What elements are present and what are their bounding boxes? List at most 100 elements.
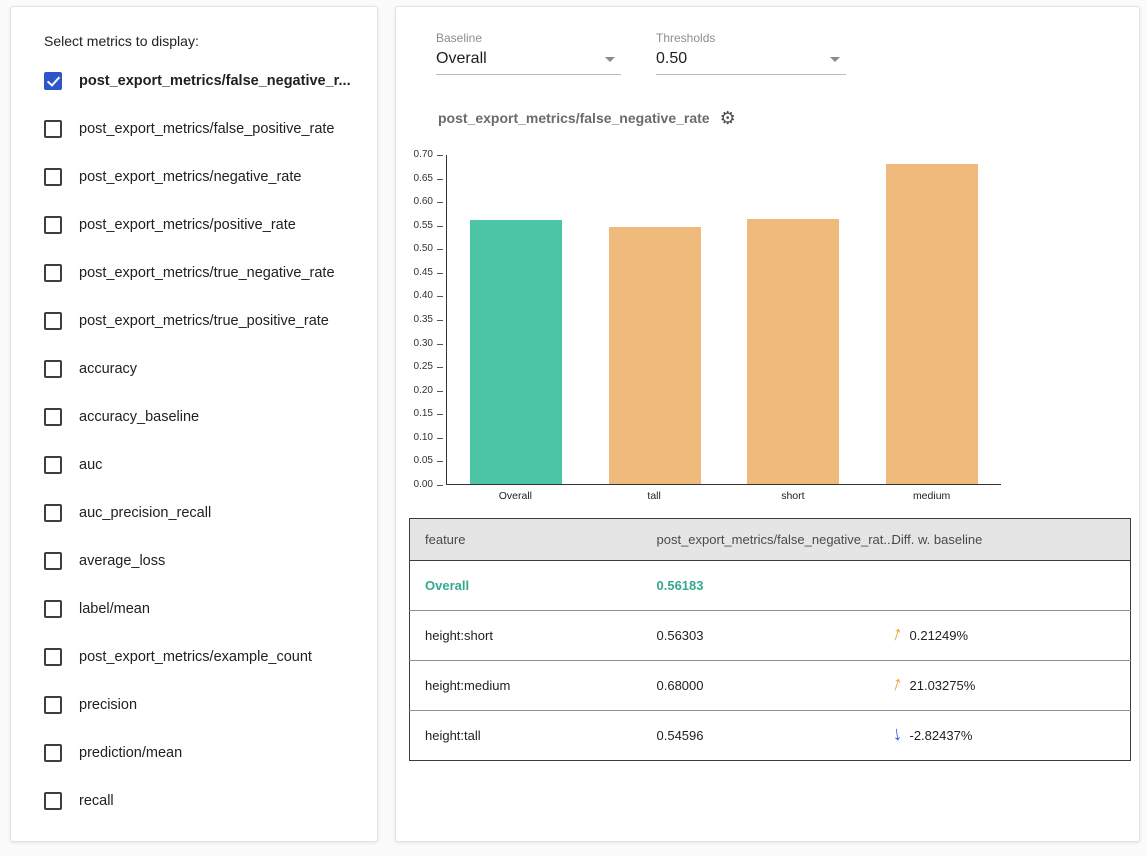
checkbox-unchecked-icon[interactable]	[44, 648, 62, 666]
checkbox-checked-icon[interactable]	[44, 72, 62, 90]
diff-cell: ↓-2.82437%	[877, 711, 1131, 761]
metric-item[interactable]: prediction/mean	[44, 729, 359, 777]
metric-item[interactable]: accuracy_baseline	[44, 393, 359, 441]
metric-item[interactable]: post_export_metrics/false_positive_rate	[44, 105, 359, 153]
metric-label: post_export_metrics/true_positive_rate	[79, 313, 329, 329]
x-axis-label: tall	[585, 490, 724, 502]
metric-item[interactable]: average_loss	[44, 537, 359, 585]
bar-slot	[586, 155, 725, 484]
diff-cell: ↑21.03275%	[877, 661, 1131, 711]
diff-value: 21.03275%	[910, 678, 976, 693]
metric-label: accuracy	[79, 361, 137, 377]
metric-item[interactable]: auc_precision_recall	[44, 489, 359, 537]
header-metric: post_export_metrics/false_negative_rat..…	[642, 519, 877, 561]
gear-icon[interactable]: ⚙	[720, 109, 736, 127]
table-row[interactable]: height:medium0.68000↑21.03275%	[410, 661, 1131, 711]
checkbox-unchecked-icon[interactable]	[44, 408, 62, 426]
y-axis-tick-label: 0.30	[396, 339, 446, 349]
checkbox-unchecked-icon[interactable]	[44, 120, 62, 138]
controls-bar: Baseline Overall Thresholds 0.50	[436, 31, 1139, 75]
table-row[interactable]: Overall0.56183	[410, 561, 1131, 611]
header-feature: feature	[410, 519, 642, 561]
checkbox-unchecked-icon[interactable]	[44, 264, 62, 282]
x-axis-label: medium	[862, 490, 1001, 502]
checkbox-unchecked-icon[interactable]	[44, 552, 62, 570]
x-axis-label: Overall	[446, 490, 585, 502]
up-arrow-icon: ↑	[888, 622, 905, 647]
y-axis-tick-label: 0.00	[396, 480, 446, 490]
checkbox-unchecked-icon[interactable]	[44, 456, 62, 474]
metric-item[interactable]: recall	[44, 777, 359, 825]
checkbox-unchecked-icon[interactable]	[44, 600, 62, 618]
baseline-select[interactable]: Baseline Overall	[436, 31, 621, 75]
bar-tall[interactable]	[609, 227, 701, 484]
diff-cell	[877, 561, 1131, 611]
checkbox-unchecked-icon[interactable]	[44, 792, 62, 810]
metric-item[interactable]: post_export_metrics/positive_rate	[44, 201, 359, 249]
metric-label: auc_precision_recall	[79, 505, 211, 521]
table-header-row: feature post_export_metrics/false_negati…	[410, 519, 1131, 561]
metric-item[interactable]: post_export_metrics/false_negative_r...	[44, 57, 359, 105]
metric-label: post_export_metrics/example_count	[79, 649, 312, 665]
metrics-list: post_export_metrics/false_negative_r...p…	[44, 57, 359, 825]
metrics-table: feature post_export_metrics/false_negati…	[409, 518, 1131, 761]
y-axis-tick-label: 0.10	[396, 433, 446, 443]
metric-label: post_export_metrics/false_positive_rate	[79, 121, 335, 137]
checkbox-unchecked-icon[interactable]	[44, 504, 62, 522]
value-cell: 0.56303	[642, 611, 877, 661]
metric-item[interactable]: post_export_metrics/negative_rate	[44, 153, 359, 201]
checkbox-unchecked-icon[interactable]	[44, 216, 62, 234]
bar-chart: 0.000.050.100.150.200.250.300.350.400.45…	[396, 155, 1139, 485]
y-axis-tick-label: 0.20	[396, 386, 446, 396]
metric-item[interactable]: post_export_metrics/true_positive_rate	[44, 297, 359, 345]
metric-item[interactable]: post_export_metrics/example_count	[44, 633, 359, 681]
metric-label: post_export_metrics/false_negative_r...	[79, 73, 351, 89]
thresholds-value-row[interactable]: 0.50	[656, 48, 846, 75]
results-panel: Baseline Overall Thresholds 0.50 post_ex…	[395, 6, 1140, 842]
metric-item[interactable]: precision	[44, 681, 359, 729]
y-axis-tick-label: 0.60	[396, 197, 446, 207]
table-row[interactable]: height:tall0.54596↓-2.82437%	[410, 711, 1131, 761]
y-axis-tick-label: 0.50	[396, 244, 446, 254]
feature-cell: height:short	[410, 611, 642, 661]
bar-slot	[724, 155, 863, 484]
metric-item[interactable]: auc	[44, 441, 359, 489]
baseline-label: Baseline	[436, 31, 621, 45]
chart-header: post_export_metrics/false_negative_rate …	[438, 109, 1139, 127]
y-axis-tick-label: 0.70	[396, 150, 446, 160]
metric-label: post_export_metrics/negative_rate	[79, 169, 301, 185]
bar-medium[interactable]	[886, 164, 978, 484]
baseline-value-row[interactable]: Overall	[436, 48, 621, 75]
bar-slot	[447, 155, 586, 484]
table-row[interactable]: height:short0.56303↑0.21249%	[410, 611, 1131, 661]
metric-label: average_loss	[79, 553, 165, 569]
value-cell: 0.56183	[642, 561, 877, 611]
metric-label: accuracy_baseline	[79, 409, 199, 425]
checkbox-unchecked-icon[interactable]	[44, 696, 62, 714]
feature-cell: height:tall	[410, 711, 642, 761]
baseline-value: Overall	[436, 50, 487, 68]
thresholds-label: Thresholds	[656, 31, 846, 45]
chart-title: post_export_metrics/false_negative_rate	[438, 110, 710, 126]
metric-label: post_export_metrics/positive_rate	[79, 217, 296, 233]
y-axis-tick-label: 0.15	[396, 409, 446, 419]
checkbox-unchecked-icon[interactable]	[44, 312, 62, 330]
metric-item[interactable]: post_export_metrics/true_negative_rate	[44, 249, 359, 297]
checkbox-unchecked-icon[interactable]	[44, 168, 62, 186]
thresholds-select[interactable]: Thresholds 0.50	[656, 31, 846, 75]
thresholds-value: 0.50	[656, 50, 687, 68]
y-axis-tick-label: 0.40	[396, 291, 446, 301]
bar-overall[interactable]	[470, 220, 562, 484]
metric-label: post_export_metrics/true_negative_rate	[79, 265, 335, 281]
down-arrow-icon: ↓	[890, 722, 903, 746]
checkbox-unchecked-icon[interactable]	[44, 360, 62, 378]
chevron-down-icon[interactable]	[605, 57, 615, 62]
bar-short[interactable]	[747, 219, 839, 484]
header-diff: Diff. w. baseline	[877, 519, 1131, 561]
chevron-down-icon[interactable]	[830, 57, 840, 62]
metrics-selector-title: Select metrics to display:	[44, 33, 359, 49]
metric-item[interactable]: accuracy	[44, 345, 359, 393]
metric-item[interactable]: label/mean	[44, 585, 359, 633]
metrics-selector-panel: Select metrics to display: post_export_m…	[10, 6, 378, 842]
checkbox-unchecked-icon[interactable]	[44, 744, 62, 762]
